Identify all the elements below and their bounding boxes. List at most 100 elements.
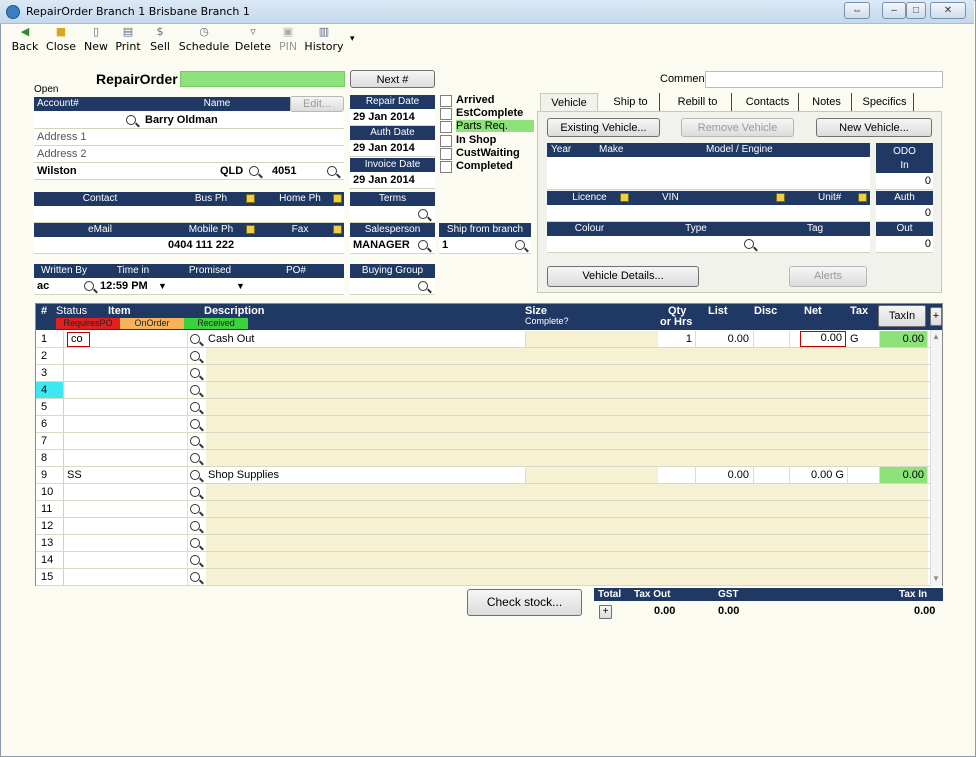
taxin-cell[interactable]: 0.00	[880, 467, 928, 483]
invoice-date-field[interactable]: 29 Jan 2014	[350, 172, 435, 189]
vehicle-details-button[interactable]: Vehicle Details...	[547, 266, 699, 287]
size-cell[interactable]	[526, 331, 658, 347]
item-cell[interactable]: co	[64, 331, 188, 347]
table-row[interactable]: 1 co Cash Out 1 0.00 0.00 G 0.00	[36, 331, 942, 348]
tab-specifics[interactable]: Specifics	[856, 93, 914, 111]
item-cell[interactable]	[64, 365, 188, 381]
item-search-icon[interactable]	[190, 402, 200, 412]
new-button[interactable]: ▯ New	[83, 26, 109, 54]
buying-group-search-icon[interactable]	[418, 281, 428, 291]
empty-row-fill[interactable]	[206, 569, 928, 585]
flag-arrived-checkbox[interactable]	[440, 95, 452, 107]
salesperson-search-icon[interactable]	[418, 240, 428, 250]
qty-cell[interactable]	[658, 467, 696, 483]
taxin-cell[interactable]: 0.00	[880, 331, 928, 347]
postcode-search-icon[interactable]	[327, 166, 337, 176]
expand-totals-button[interactable]: +	[599, 605, 612, 619]
check-stock-button[interactable]: Check stock...	[467, 589, 582, 616]
email-row[interactable]: 0404 111 222	[34, 237, 344, 254]
contact-row[interactable]	[34, 206, 344, 223]
new-vehicle-button[interactable]: New Vehicle...	[816, 118, 932, 137]
item-search-icon[interactable]	[190, 334, 200, 344]
table-row[interactable]: 8	[36, 450, 942, 467]
item-cell[interactable]	[64, 484, 188, 500]
table-row[interactable]: 7	[36, 433, 942, 450]
tax-cell[interactable]: G	[848, 331, 880, 347]
remove-vehicle-button[interactable]: Remove Vehicle	[681, 118, 794, 137]
auth-field[interactable]: 0	[876, 205, 933, 222]
tax-cell[interactable]	[848, 467, 880, 483]
item-search-icon[interactable]	[190, 436, 200, 446]
terms-field[interactable]	[350, 206, 435, 223]
item-search-icon[interactable]	[190, 555, 200, 565]
tab-notes[interactable]: Notes	[802, 93, 852, 111]
empty-row-fill[interactable]	[206, 382, 928, 398]
table-row[interactable]: 5	[36, 399, 942, 416]
account-name-row[interactable]: Barry Oldman	[34, 112, 344, 129]
empty-row-fill[interactable]	[206, 348, 928, 364]
existing-vehicle-button[interactable]: Existing Vehicle...	[547, 118, 660, 137]
licence-row[interactable]	[547, 205, 870, 222]
list-cell[interactable]: 0.00	[696, 467, 754, 483]
scroll-down-icon[interactable]: ▼	[932, 574, 940, 583]
flag-partsreq-checkbox[interactable]	[440, 121, 452, 133]
maximize-button[interactable]: □	[906, 2, 926, 19]
item-search-icon[interactable]	[190, 470, 200, 480]
item-cell[interactable]: SS	[64, 467, 188, 483]
table-row[interactable]: 2	[36, 348, 942, 365]
minimize-button[interactable]: –	[882, 2, 906, 19]
item-cell[interactable]	[64, 450, 188, 466]
repair-date-field[interactable]: 29 Jan 2014	[350, 109, 435, 126]
table-row[interactable]: 15	[36, 569, 942, 586]
close-window-button[interactable]: ✕	[930, 2, 966, 19]
tab-rebill-to[interactable]: Rebill to	[664, 93, 732, 111]
item-search-icon[interactable]	[190, 487, 200, 497]
mobile-flag-icon[interactable]	[246, 225, 255, 234]
item-search-icon[interactable]	[190, 521, 200, 531]
busph-flag-icon[interactable]	[246, 194, 255, 203]
written-by-search-icon[interactable]	[84, 281, 94, 291]
vehicle-desc-field[interactable]	[547, 157, 870, 190]
delete-button[interactable]: ▿ Delete	[234, 26, 272, 54]
edit-button[interactable]: Edit...	[290, 96, 344, 112]
table-row[interactable]: 6	[36, 416, 942, 433]
address2-field[interactable]: Address 2	[34, 146, 344, 163]
item-search-icon[interactable]	[190, 351, 200, 361]
close-button[interactable]: ■ Close	[44, 26, 78, 54]
search-icon[interactable]	[126, 115, 136, 125]
pin-button[interactable]: ▣ PIN	[276, 26, 300, 54]
tab-contacts[interactable]: Contacts	[737, 93, 799, 111]
item-search-icon[interactable]	[190, 368, 200, 378]
restore-arrows-button[interactable]: ⇔	[844, 2, 870, 19]
item-cell[interactable]	[64, 399, 188, 415]
item-search-icon[interactable]	[190, 504, 200, 514]
address1-field[interactable]: Address 1	[34, 129, 344, 146]
flag-completed-checkbox[interactable]	[440, 161, 452, 173]
item-search-icon[interactable]	[190, 538, 200, 548]
item-cell[interactable]	[64, 382, 188, 398]
item-search-icon[interactable]	[190, 419, 200, 429]
description-cell[interactable]: Shop Supplies	[206, 467, 526, 483]
comment-input[interactable]	[705, 71, 943, 88]
disc-cell[interactable]	[754, 331, 790, 347]
table-row[interactable]: 9 SS Shop Supplies 0.00 0.00 G 0.00	[36, 467, 942, 484]
state-search-icon[interactable]	[249, 166, 259, 176]
vin-flag-icon[interactable]	[776, 193, 785, 202]
item-cell[interactable]	[64, 535, 188, 551]
tab-vehicle[interactable]: Vehicle	[540, 93, 598, 111]
taxin-button[interactable]: TaxIn	[878, 305, 926, 327]
licence-flag-icon[interactable]	[620, 193, 629, 202]
item-cell[interactable]	[64, 501, 188, 517]
grid-scrollbar[interactable]: ▲ ▼	[930, 330, 942, 586]
salesperson-field[interactable]: MANAGER	[350, 237, 435, 254]
item-cell[interactable]	[64, 552, 188, 568]
table-row[interactable]: 4	[36, 382, 942, 399]
schedule-button[interactable]: ◷ Schedule	[178, 26, 230, 54]
flag-estcomplete-checkbox[interactable]	[440, 108, 452, 120]
empty-row-fill[interactable]	[206, 552, 928, 568]
table-row[interactable]: 12	[36, 518, 942, 535]
item-search-icon[interactable]	[190, 453, 200, 463]
print-button[interactable]: ▤ Print	[114, 26, 142, 54]
suburb-row[interactable]: Wilston QLD 4051	[34, 163, 344, 180]
table-row[interactable]: 14	[36, 552, 942, 569]
